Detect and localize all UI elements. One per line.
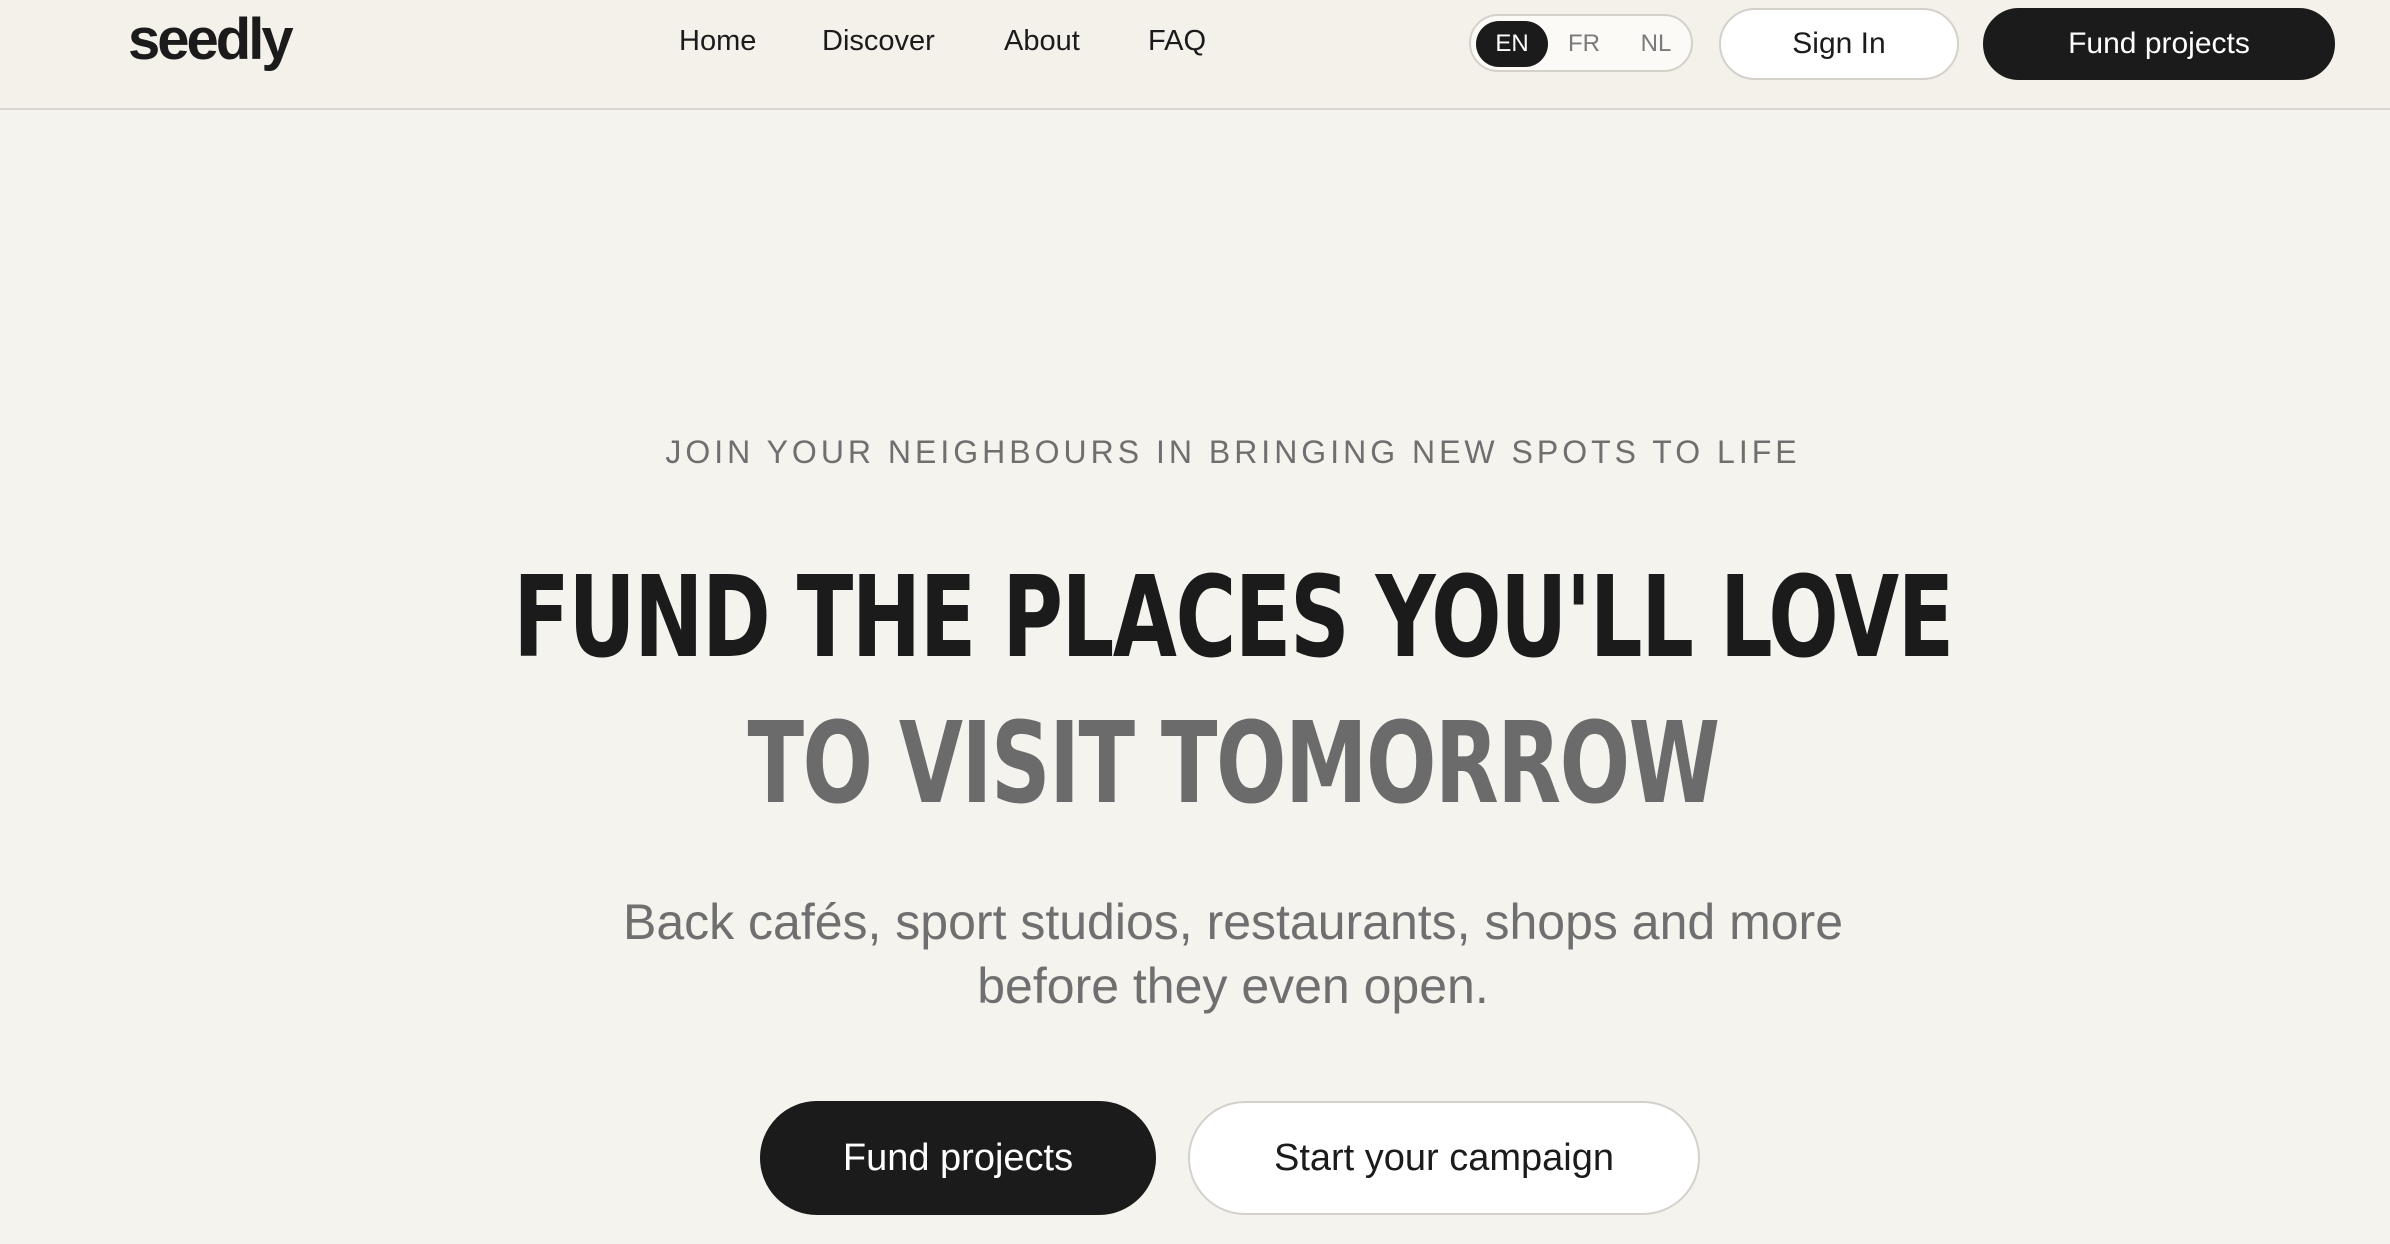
language-option-fr[interactable]: FR bbox=[1548, 21, 1620, 67]
nav-link-home[interactable]: Home bbox=[679, 18, 756, 64]
start-campaign-button[interactable]: Start your campaign bbox=[1188, 1101, 1700, 1215]
hero-fund-projects-button[interactable]: Fund projects bbox=[760, 1101, 1156, 1215]
hero-eyebrow: JOIN YOUR NEIGHBOURS IN BRINGING NEW SPO… bbox=[665, 434, 1801, 470]
hero-headline-line-2: TO VISIT TOMORROW bbox=[747, 699, 1719, 829]
hero-subtext: Back cafés, sport studios, restaurants, … bbox=[0, 890, 2390, 1018]
header-fund-projects-button[interactable]: Fund projects bbox=[1983, 8, 2335, 80]
seedly-logo[interactable]: seedly bbox=[128, 6, 294, 74]
site-header: seedly Home Discover About FAQ EN FR NL … bbox=[0, 0, 2390, 110]
nav-link-about[interactable]: About bbox=[1004, 18, 1080, 64]
nav-link-discover[interactable]: Discover bbox=[822, 18, 935, 64]
hero-subtext-line-2: before they even open. bbox=[977, 958, 1489, 1014]
hero-headline-line-1: FUND THE PLACES YOU'LL LOVE bbox=[513, 553, 1954, 683]
sign-in-button[interactable]: Sign In bbox=[1719, 8, 1959, 80]
language-option-nl[interactable]: NL bbox=[1620, 21, 1692, 67]
language-switcher: EN FR NL bbox=[1469, 14, 1693, 72]
language-option-en[interactable]: EN bbox=[1476, 21, 1548, 67]
nav-link-faq[interactable]: FAQ bbox=[1148, 18, 1206, 64]
hero-subtext-line-1: Back cafés, sport studios, restaurants, … bbox=[622, 894, 1844, 950]
